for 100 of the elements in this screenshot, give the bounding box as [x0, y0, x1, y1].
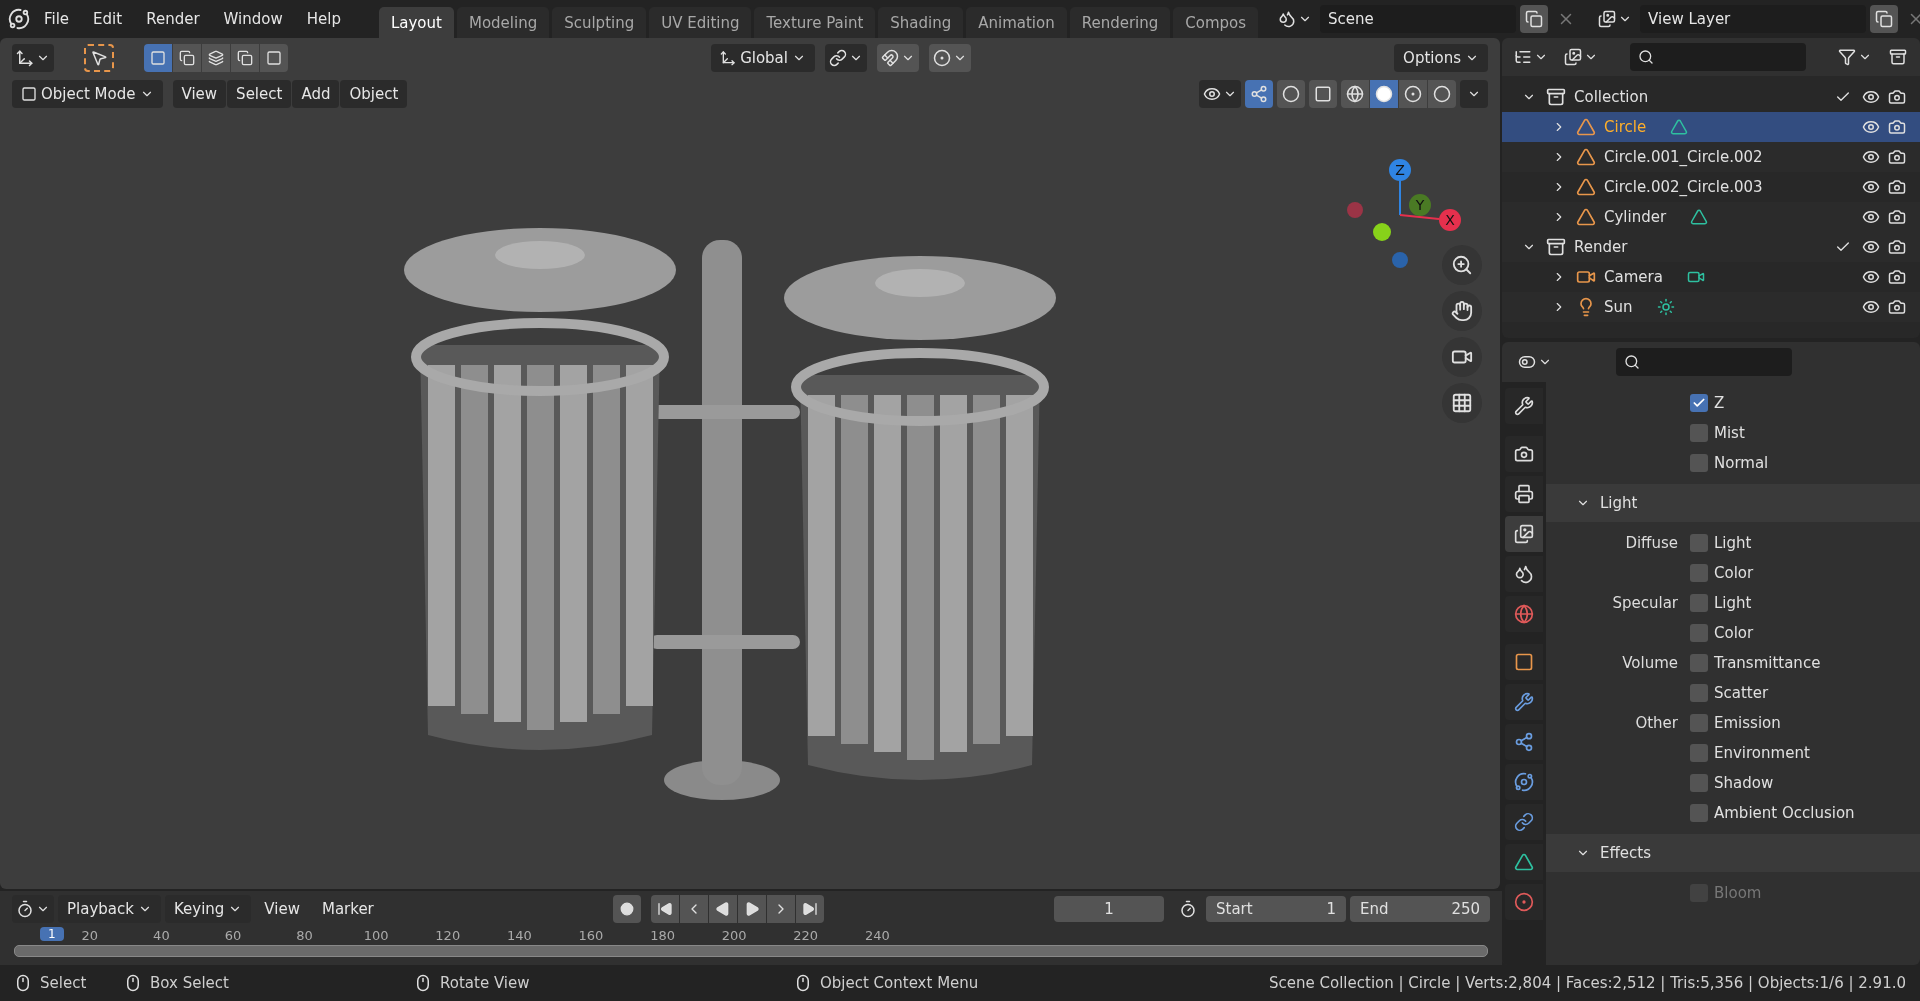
- jump-end-button[interactable]: [795, 895, 824, 923]
- timeline-menu[interactable]: Keying: [164, 895, 252, 923]
- new-scene-button[interactable]: [1520, 5, 1549, 33]
- ortho-toggle-button[interactable]: [1442, 383, 1482, 423]
- shading-button[interactable]: [1399, 80, 1427, 108]
- axis-gizmo[interactable]: Z Y X: [1340, 150, 1480, 270]
- checkbox[interactable]: Environment: [1690, 744, 1920, 762]
- workspace-tab[interactable]: Layout: [378, 7, 454, 38]
- checkbox[interactable]: Transmittance: [1690, 654, 1920, 672]
- panel-header[interactable]: Light: [1546, 484, 1920, 522]
- menu-item[interactable]: Edit: [83, 6, 133, 32]
- menu-item[interactable]: File: [34, 6, 80, 32]
- checkbox[interactable]: Normal: [1690, 454, 1920, 472]
- checkbox[interactable]: Light: [1690, 534, 1920, 552]
- select-tool-button[interactable]: [84, 44, 114, 72]
- proportional-dropdown[interactable]: [929, 44, 971, 72]
- end-frame-field[interactable]: End 250: [1350, 896, 1490, 922]
- axis-dot[interactable]: [1373, 223, 1391, 241]
- properties-tab[interactable]: [1505, 516, 1543, 552]
- checkbox[interactable]: Color: [1690, 564, 1920, 582]
- checkbox[interactable]: Light: [1690, 594, 1920, 612]
- visibility-dropdown[interactable]: [1199, 80, 1241, 108]
- properties-tab[interactable]: [1505, 476, 1543, 512]
- properties-tab[interactable]: [1505, 764, 1543, 800]
- record-button[interactable]: [612, 895, 641, 923]
- current-frame-marker[interactable]: 1: [40, 927, 64, 941]
- axis-handle[interactable]: X: [1439, 209, 1461, 231]
- checkbox[interactable]: Mist: [1690, 424, 1920, 442]
- prev-keyframe-button[interactable]: [679, 895, 708, 923]
- workspace-tab[interactable]: UV Editing: [649, 7, 752, 38]
- select-mode-button[interactable]: [260, 44, 288, 72]
- xray-toggle[interactable]: [1309, 80, 1337, 108]
- select-mode-button[interactable]: [202, 44, 230, 72]
- overlay-toggle[interactable]: [1277, 80, 1305, 108]
- workspace-tab[interactable]: Compos: [1173, 7, 1259, 38]
- editor-type-button[interactable]: [12, 895, 54, 923]
- mode-dropdown[interactable]: Object Mode: [12, 80, 163, 108]
- play-button[interactable]: [737, 895, 766, 923]
- workspace-tab[interactable]: Texture Paint: [754, 7, 876, 38]
- axis-handle[interactable]: Y: [1409, 194, 1431, 216]
- timeline-menu[interactable]: Marker: [312, 895, 383, 923]
- workspace-tab[interactable]: Modeling: [456, 7, 550, 38]
- properties-tab[interactable]: [1505, 436, 1543, 472]
- viewport-menu[interactable]: Add: [292, 80, 340, 108]
- new-view-layer-button[interactable]: [1870, 5, 1899, 33]
- checkbox[interactable]: Color: [1690, 624, 1920, 642]
- panel-header[interactable]: Effects: [1546, 834, 1920, 872]
- workspace-tab[interactable]: Sculpting: [552, 7, 647, 38]
- shading-button[interactable]: [1341, 80, 1369, 108]
- next-keyframe-button[interactable]: [766, 895, 795, 923]
- checkbox[interactable]: Ambient Occlusion: [1690, 804, 1920, 822]
- workspace-tab[interactable]: Shading: [878, 7, 964, 38]
- menu-item[interactable]: Help: [296, 6, 351, 32]
- workspace-tab[interactable]: Rendering: [1069, 7, 1171, 38]
- properties-tab[interactable]: [1505, 724, 1543, 760]
- properties-tab[interactable]: [1505, 556, 1543, 592]
- properties-tab[interactable]: [1505, 844, 1543, 880]
- timeline-menu[interactable]: View: [255, 895, 309, 923]
- timeline-menu[interactable]: Playback: [58, 895, 161, 923]
- workspace-tab[interactable]: Animation: [966, 7, 1067, 38]
- options-dropdown[interactable]: Options: [1394, 44, 1488, 72]
- checkbox[interactable]: Scatter: [1690, 684, 1920, 702]
- view-layer-field[interactable]: View Layer: [1640, 5, 1867, 33]
- gizmo-toggle[interactable]: [1245, 80, 1273, 108]
- search-field[interactable]: [1616, 348, 1792, 376]
- search-field[interactable]: [1630, 43, 1806, 71]
- timeline-scrollbar[interactable]: [14, 945, 1488, 957]
- jump-start-button[interactable]: [650, 895, 679, 923]
- select-mode-button[interactable]: [231, 44, 259, 72]
- select-mode-button[interactable]: [144, 44, 172, 72]
- menu-item[interactable]: Render: [136, 6, 210, 32]
- zoom-button[interactable]: [1442, 245, 1482, 285]
- properties-tab[interactable]: [1505, 684, 1543, 720]
- properties-tab[interactable]: [1505, 644, 1543, 680]
- pan-button[interactable]: [1442, 291, 1482, 331]
- select-mode-button[interactable]: [173, 44, 201, 72]
- outliner-row[interactable]: Circle: [1502, 112, 1920, 142]
- axis-dot[interactable]: [1392, 252, 1408, 268]
- checkbox[interactable]: Emission: [1690, 714, 1920, 732]
- menu-item[interactable]: Window: [213, 6, 293, 32]
- pivot-dropdown[interactable]: [825, 44, 867, 72]
- editor-type-button[interactable]: [12, 44, 54, 72]
- camera-view-button[interactable]: [1442, 337, 1482, 377]
- play-reverse-button[interactable]: [708, 895, 737, 923]
- properties-tab[interactable]: [1505, 388, 1543, 424]
- shading-button[interactable]: [1370, 80, 1398, 108]
- snap-dropdown[interactable]: [877, 44, 919, 72]
- shading-button[interactable]: [1428, 80, 1456, 108]
- viewport-menu[interactable]: View: [172, 80, 227, 108]
- checkbox[interactable]: Shadow: [1690, 774, 1920, 792]
- scene-field[interactable]: Scene: [1320, 5, 1517, 33]
- axis-dot[interactable]: [1347, 202, 1363, 218]
- orientation-dropdown[interactable]: Global: [711, 44, 815, 72]
- current-frame-field[interactable]: 1: [1054, 896, 1164, 922]
- axis-handle[interactable]: Z: [1389, 159, 1411, 181]
- checkbox[interactable]: Z: [1690, 394, 1920, 412]
- start-frame-field[interactable]: Start 1: [1206, 896, 1346, 922]
- viewport-menu[interactable]: Select: [227, 80, 292, 108]
- viewport-menu[interactable]: Object: [340, 80, 408, 108]
- properties-tab[interactable]: [1505, 804, 1543, 840]
